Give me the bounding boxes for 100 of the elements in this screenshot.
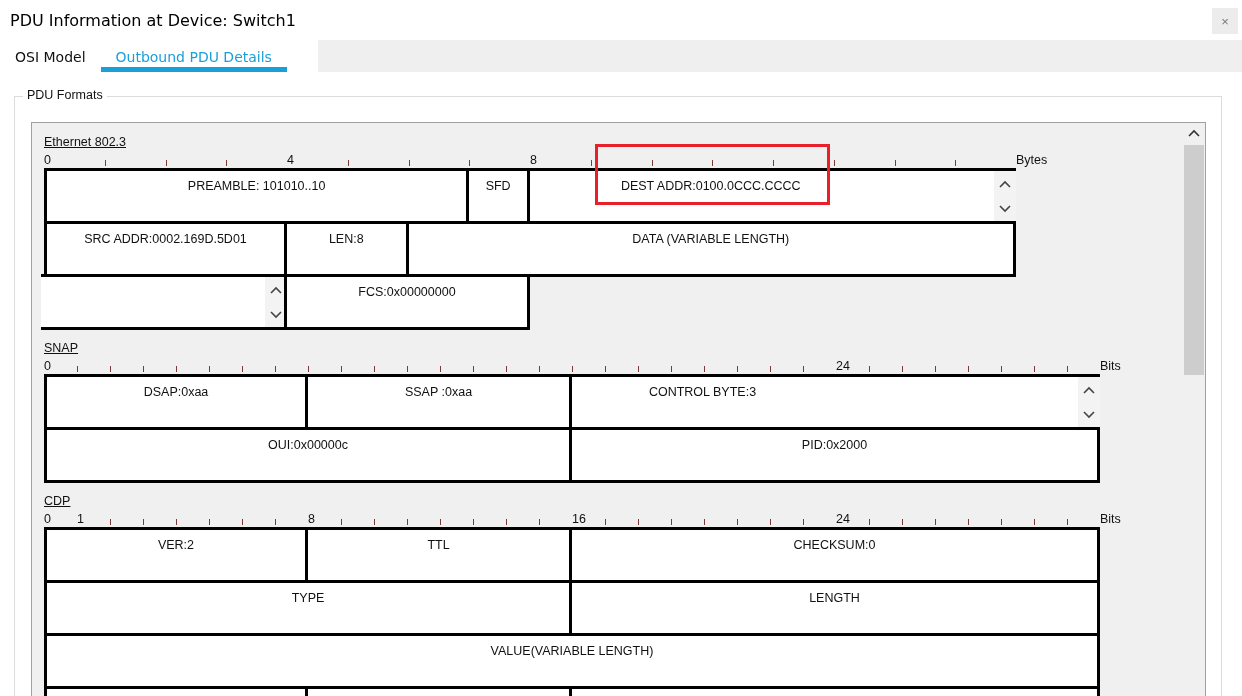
tick-mark [110, 519, 111, 525]
tick-mark [374, 366, 375, 372]
field-label: CHECKSUM:0 [793, 538, 876, 552]
tick-mark [176, 366, 177, 372]
section-title: CDP [44, 494, 71, 508]
tick-mark [407, 519, 408, 525]
tick-mark [165, 160, 167, 166]
tick-mark [506, 366, 507, 372]
tick-mark [275, 366, 276, 372]
tick-mark [902, 366, 903, 372]
tick-mark [473, 366, 474, 372]
tick-mark [803, 519, 804, 525]
tick-mark [955, 160, 957, 166]
field-label: TTL [427, 538, 450, 552]
tick-mark [469, 160, 471, 166]
tick-mark [347, 160, 349, 166]
tick-mark [440, 366, 441, 372]
tick-mark [704, 366, 705, 372]
tick-mark [209, 519, 210, 525]
tick-mark [935, 366, 936, 372]
tick-mark [770, 366, 771, 372]
ruler-number: 24 [836, 512, 850, 527]
tick-mark [1067, 519, 1068, 525]
tick-mark [341, 366, 342, 372]
ruler-number: 0 [44, 153, 51, 168]
tick-mark [176, 519, 177, 525]
tick-mark [143, 519, 144, 525]
field-label: CONTROL BYTE:3 [648, 385, 757, 399]
tick-mark [671, 519, 672, 525]
field-label: DSAP:0xaa [143, 385, 209, 399]
close-button[interactable]: × [1212, 8, 1238, 34]
field-label: SFD [485, 179, 511, 193]
ruler-number: 16 [572, 512, 586, 527]
tick-mark [374, 519, 375, 525]
window-title: PDU Information at Device: Switch1 [10, 10, 296, 30]
tick-mark [539, 519, 540, 525]
chevron-down-icon [270, 310, 282, 319]
tick-mark [770, 519, 771, 525]
tick-mark [605, 519, 606, 525]
field-label: SSAP :0xaa [404, 385, 473, 399]
group-title: PDU Formats [23, 88, 107, 102]
tick-mark [638, 519, 639, 525]
tick-mark [104, 160, 106, 166]
ruler-number: 8 [530, 153, 537, 168]
tick-mark [473, 519, 474, 525]
tick-mark [737, 366, 738, 372]
spinner-field[interactable] [41, 274, 287, 330]
chevron-up-icon [1083, 385, 1095, 394]
tick-mark [143, 366, 144, 372]
ruler-unit: Bits [1100, 359, 1121, 374]
tick-mark [440, 519, 441, 525]
tick-mark [242, 519, 243, 525]
tick-mark [737, 519, 738, 525]
field-label: FCS:0x00000000 [358, 285, 456, 299]
chevron-down-icon [999, 204, 1011, 213]
ruler-number: 0 [44, 512, 51, 527]
tick-mark [1001, 519, 1002, 525]
tick-mark [77, 366, 78, 372]
tick-mark [572, 366, 573, 372]
section-title: Ethernet 802.3 [44, 135, 126, 149]
tick-mark [638, 366, 639, 372]
tick-mark [894, 160, 896, 166]
field-label: LENGTH [809, 591, 860, 605]
tick-mark [1034, 366, 1035, 372]
tick-mark [833, 160, 835, 166]
tick-mark [407, 366, 408, 372]
tick-mark [968, 519, 969, 525]
field-label: VALUE(VARIABLE LENGTH) [490, 644, 654, 658]
field-label: VER:2 [157, 538, 195, 552]
tick-mark [935, 519, 936, 525]
tick-mark [209, 366, 210, 372]
chevron-up-icon [999, 179, 1011, 188]
chevron-up-icon [270, 285, 282, 294]
tick-mark [590, 160, 592, 166]
tick-mark [275, 519, 276, 525]
section-title: SNAP [44, 341, 79, 355]
ruler-number: 4 [287, 153, 294, 168]
tick-mark [869, 519, 870, 525]
field-label: PID:0x2000 [801, 438, 868, 452]
field-label: PREAMBLE: 101010..10 [187, 179, 326, 193]
tick-mark [712, 160, 714, 166]
tick-mark [803, 366, 804, 372]
tick-mark [704, 519, 705, 525]
tick-mark [408, 160, 410, 166]
chevron-up-icon [1187, 129, 1200, 137]
ruler-number: 8 [308, 512, 315, 527]
field-label: SRC ADDR:0002.169D.5D01 [84, 232, 247, 246]
scroll-thumb[interactable] [1183, 145, 1204, 375]
chevron-down-icon [1083, 410, 1095, 419]
ruler-number: 24 [836, 359, 850, 374]
tick-mark [869, 366, 870, 372]
field-label: DEST ADDR:0100.0CCC.CCCC [620, 179, 801, 193]
tick-mark [968, 366, 969, 372]
tick-mark [605, 366, 606, 372]
tick-mark [1034, 519, 1035, 525]
field-label: TYPE [291, 591, 325, 605]
tick-mark [242, 366, 243, 372]
tick-mark [1001, 366, 1002, 372]
field-label: OUI:0x00000c [268, 438, 348, 452]
tick-mark [506, 519, 507, 525]
